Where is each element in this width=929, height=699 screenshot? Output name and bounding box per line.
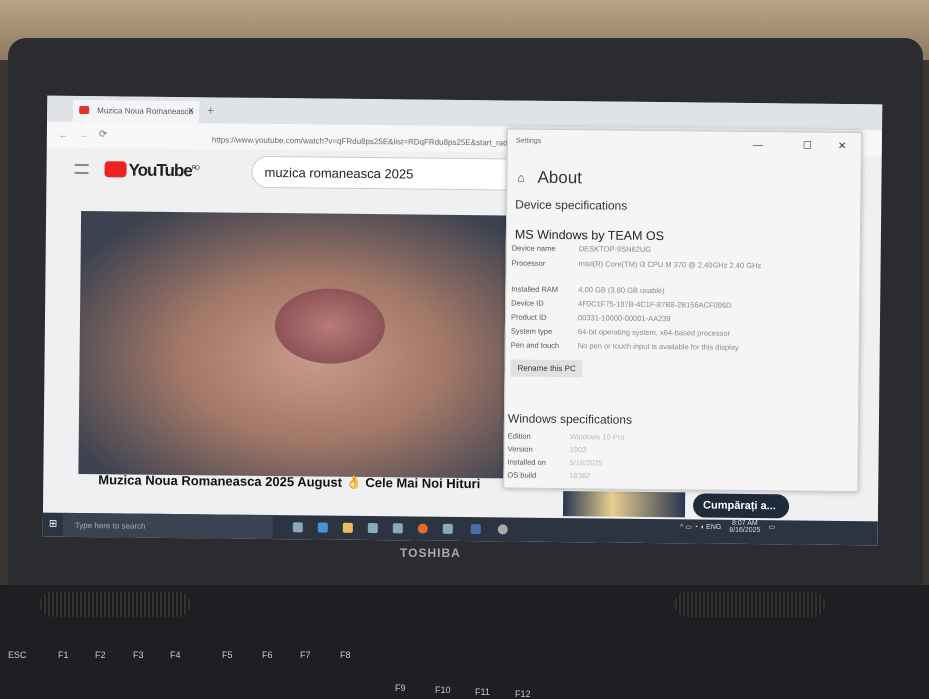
spec-row: Device ID 4F0C1F75-187B-4C1F-87B8-2B156AC… [511,298,732,310]
spec-label: Device ID [511,298,544,308]
video-title[interactable]: Muzica Noua Romaneasca 2025 August 👌 Cel… [98,472,480,492]
edge-icon[interactable] [317,522,328,533]
mail-icon[interactable] [392,523,403,534]
firefox-icon[interactable] [417,523,428,534]
region-code: RO [191,165,199,172]
video-player[interactable] [78,211,507,479]
page-title: About [537,167,583,188]
spec-row: OS build 18362 [507,470,590,480]
buy-button[interactable]: Cumpărați a... [692,493,790,519]
device-specs-heading: Device specifications [515,197,628,213]
youtube-favicon-icon [79,105,90,115]
spec-value: 64-bit operating system, x64-based proce… [577,327,731,338]
key[interactable]: F6 [262,650,273,660]
notifications-icon[interactable]: ▭ [768,524,775,531]
language-indicator[interactable]: ENG [706,524,721,531]
key[interactable]: F7 [300,650,311,660]
spec-row: System type 64-bit operating system, x64-… [510,326,730,338]
key[interactable]: F10 [435,685,451,695]
clock[interactable]: 8:07 AM 8/16/2025 [729,520,760,534]
clock-time: 8:07 AM [732,520,758,527]
spec-value: 1903 [569,445,587,455]
task-view-icon[interactable] [292,522,303,533]
spec-label: Product ID [510,312,547,322]
spec-row: Pen and touch No pen or touch input is av… [510,340,739,352]
video-frame-image [274,288,386,365]
store-icon[interactable] [367,523,378,534]
clock-date: 8/16/2025 [729,527,761,534]
minimize-button[interactable]: — [753,140,763,151]
photos-icon[interactable] [442,523,453,534]
tab-title: Muzica Noua Romaneasca [97,106,194,117]
new-tab-button[interactable]: + [207,103,214,117]
tray-chevron-icon[interactable]: ^ [680,524,683,531]
key[interactable]: F12 [515,689,531,699]
window-title: Settings [515,137,542,145]
windows-start-icon[interactable]: ⊞ [49,519,59,530]
spec-value: 5/16/2025 [569,458,603,468]
spec-value: DESKTOP-9SN62UG [578,244,652,254]
spec-value: 4F0C1F75-187B-4C1F-87B8-2B156ACF096D [578,299,732,310]
taskbar-search-input[interactable]: Type here to search [62,512,273,540]
spec-value: Windows 10 Pro [569,432,625,442]
speaker-grille-left [40,592,190,617]
device-heading: MS Windows by TEAM OS [514,227,665,244]
screen: Muzica Noua Romaneasca ✕ + ← → ⟳ https:/… [42,95,883,546]
key[interactable]: F4 [170,650,181,660]
spec-row: Installed RAM 4.00 GB (3.80 GB usable) [511,284,664,296]
settings-window: Settings — ☐ ✕ ⌂ About Device specificat… [503,128,862,493]
spec-label: Processor [511,258,546,268]
ad-thumbnail[interactable] [562,491,686,518]
windows-specs-heading: Windows specifications [507,411,633,427]
key[interactable]: F9 [395,683,406,693]
spec-label: OS build [507,470,537,480]
key[interactable]: F3 [133,650,144,660]
file-explorer-icon[interactable] [342,522,353,533]
key[interactable]: F5 [222,650,233,660]
spec-label: Edition [507,431,531,441]
spec-row: Version 1903 [507,444,587,454]
url-input[interactable]: https://www.youtube.com/watch?v=qFRdu8ps… [212,135,508,147]
spec-row: Installed on 5/16/2025 [507,457,602,467]
reload-button[interactable]: ⟳ [99,129,108,140]
laptop-brand: TOSHIBA [400,546,461,560]
spec-value: Intel(R) Core(TM) i3 CPU M 370 @ 2.40GHz… [578,259,762,271]
spec-row: Device name DESKTOP-9SN62UG [511,243,651,254]
home-icon[interactable]: ⌂ [517,171,524,185]
close-button[interactable]: ✕ [838,141,847,152]
key[interactable]: F8 [340,650,351,660]
maximize-button[interactable]: ☐ [803,141,812,152]
key[interactable]: F2 [95,650,106,660]
spec-row: Processor Intel(R) Core(TM) i3 CPU M 370 … [511,258,762,271]
key[interactable]: F1 [58,650,69,660]
close-tab-icon[interactable]: ✕ [187,106,194,115]
youtube-logo[interactable]: YouTubeRO [104,160,199,181]
menu-icon[interactable] [74,163,89,175]
spec-label: Version [507,444,533,454]
app-icon[interactable] [470,524,481,535]
spec-value: No pen or touch input is available for t… [577,341,739,352]
rename-pc-button[interactable]: Rename this PC [510,359,583,378]
spec-row: Edition Windows 10 Pro [507,431,625,441]
spec-value: 4.00 GB (3.80 GB usable) [578,285,665,296]
logo-text: YouTube [128,160,192,181]
spec-label: Pen and touch [510,340,560,351]
forward-button[interactable]: → [79,130,88,140]
spec-row: Product ID 00331-10000-00001-AA239 [510,312,671,324]
youtube-play-icon [104,161,127,178]
spec-label: System type [510,326,553,336]
key[interactable]: F11 [475,687,490,697]
browser-tab[interactable]: Muzica Noua Romaneasca ✕ [73,99,200,124]
spec-label: Installed RAM [511,284,559,294]
network-icon[interactable]: ▭ ◔ ◖ [685,524,704,531]
back-button[interactable]: ← [59,130,68,140]
spec-label: Device name [511,243,556,253]
system-tray: ^ ▭ ◔ ◖ ENG 8:07 AM 8/16/2025 ▭ [680,520,775,534]
spec-value: 18362 [569,471,591,481]
key[interactable]: ESC [8,650,27,660]
spec-value: 00331-10000-00001-AA239 [577,313,671,324]
spec-label: Installed on [507,457,546,467]
speaker-grille-right [675,592,825,617]
settings-gear-icon[interactable] [497,524,508,535]
